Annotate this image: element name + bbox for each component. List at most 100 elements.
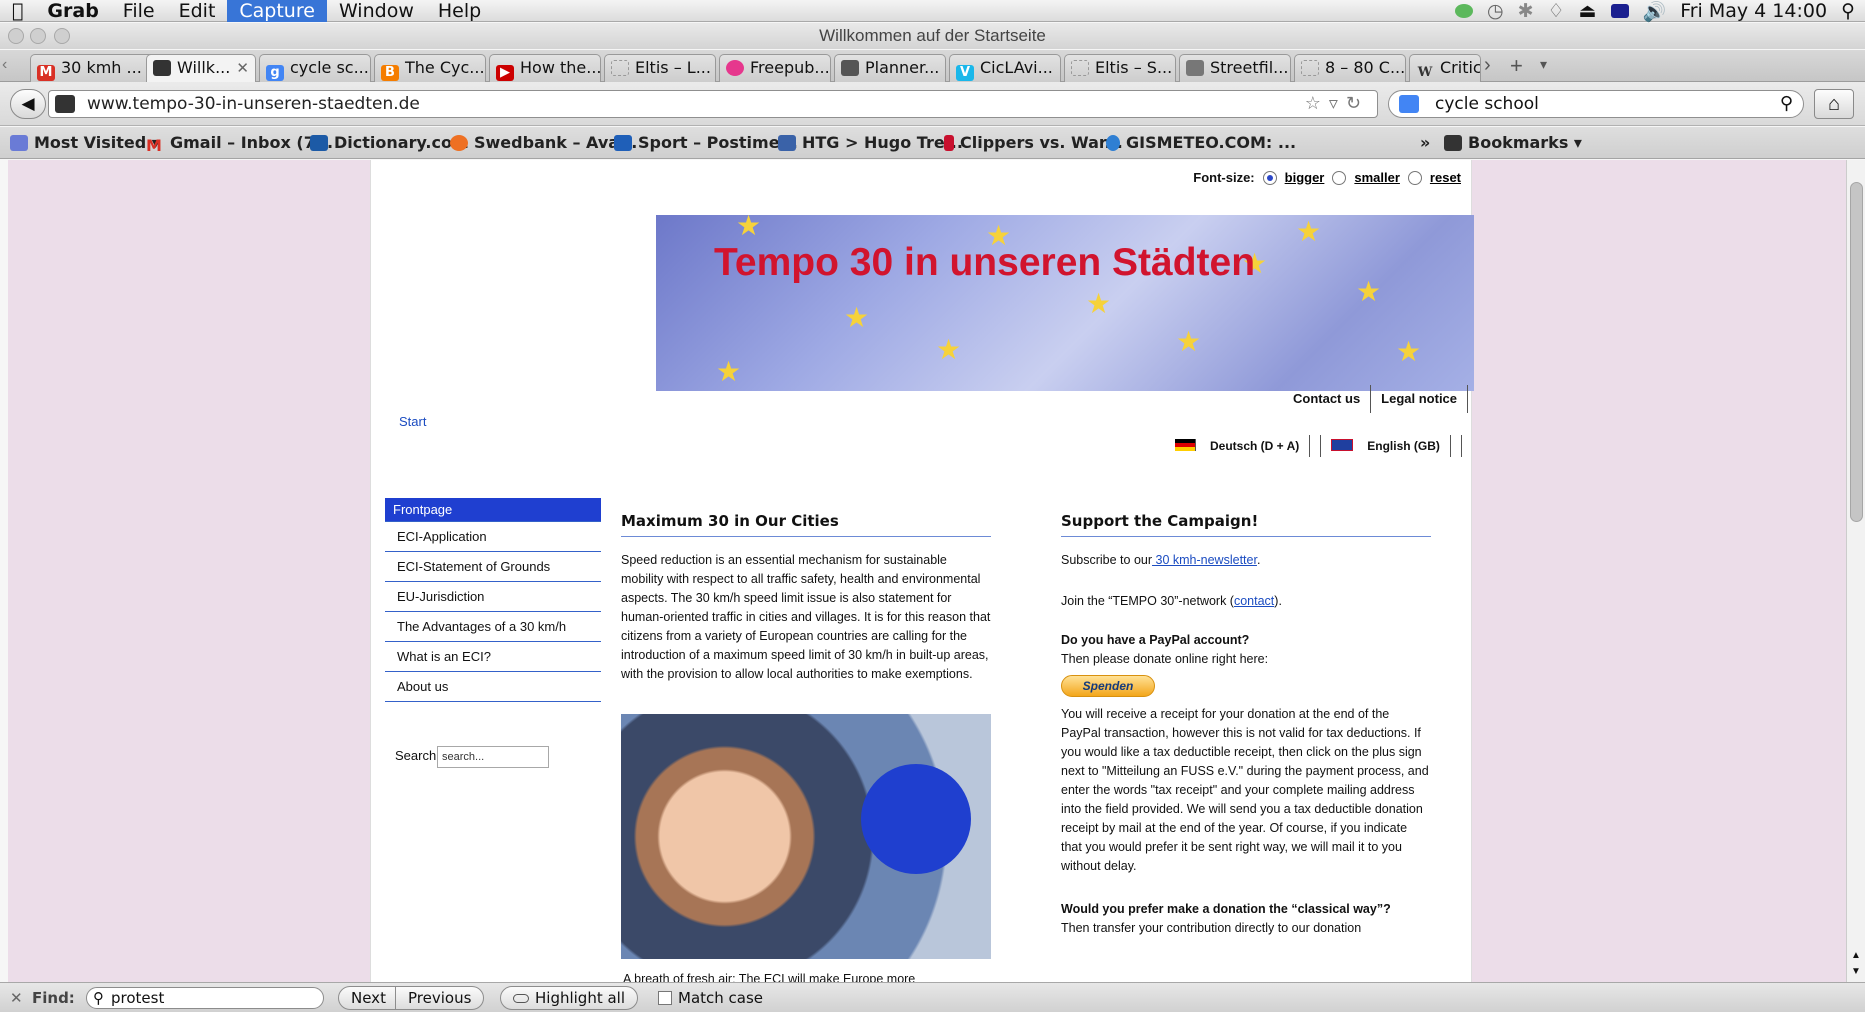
close-find-bar-icon[interactable]: ✕ (10, 989, 23, 1007)
menu-what-is-eci[interactable]: What is an ECI? (385, 642, 601, 672)
new-tab-icon[interactable]: + (1510, 53, 1523, 79)
bigger-radio[interactable] (1262, 170, 1277, 185)
highlight-all-button[interactable]: Highlight all (500, 986, 639, 1010)
tab-scroll-right-icon[interactable]: › (1484, 54, 1491, 77)
eu-star-icon: ★ (716, 356, 742, 387)
home-icon: ⌂ (1827, 93, 1841, 115)
navigation-toolbar: ◀ www.tempo-30-in-unseren-staedten.de ☆▿… (0, 82, 1865, 126)
search-bar[interactable]: cycle school ⚲ (1388, 90, 1804, 118)
breadcrumb[interactable]: Start (399, 414, 426, 429)
app-menu-grab[interactable]: Grab (35, 0, 110, 22)
bookmark-star-icon[interactable]: ☆ (1305, 93, 1329, 114)
smaller-radio[interactable] (1332, 170, 1347, 185)
scroll-down-icon[interactable]: ▼ (1851, 966, 1861, 977)
bookmarks-overflow-icon[interactable]: » (1420, 133, 1430, 152)
bookmark-swedbank[interactable]: Swedbank – Ava... (450, 133, 637, 152)
tab-2[interactable]: g cycle sc... (259, 54, 371, 82)
bookmark-postimees[interactable]: Sport – Postime... (614, 133, 798, 152)
reset-radio[interactable] (1407, 170, 1422, 185)
main-column: Maximum 30 in Our Cities Speed reduction… (621, 512, 991, 684)
menu-advantages[interactable]: The Advantages of a 30 km/h (385, 612, 601, 642)
tab-1[interactable]: Willk... ✕ (146, 54, 256, 82)
bookmarks-menu[interactable]: Bookmarks ▾ (1444, 133, 1582, 152)
tab-0[interactable]: M 30 kmh ... (30, 54, 164, 82)
clock[interactable]: Fri May 4 14:00 (1680, 0, 1827, 22)
reload-icon[interactable]: ↻ (1346, 93, 1369, 114)
tab-list-icon[interactable]: ▾ (1540, 56, 1547, 73)
bookmark-dictionary[interactable]: Dictionary.com (310, 133, 469, 152)
tab-bar: ‹ M 30 kmh ... Willk... ✕ g cycle sc... B Th… (0, 50, 1865, 82)
zoom-window-icon[interactable] (54, 28, 70, 44)
scroll-up-icon[interactable]: ▲ (1851, 950, 1861, 961)
close-window-icon[interactable] (8, 28, 24, 44)
menu-window[interactable]: Window (327, 0, 426, 22)
find-next-button[interactable]: Next (338, 986, 399, 1010)
vertical-scrollbar[interactable]: ▲ ▼ (1846, 160, 1865, 982)
font-bigger-link[interactable]: bigger (1285, 170, 1325, 185)
bookmark-htg[interactable]: HTG > Hugo Tre... (778, 133, 963, 152)
mac-menubar:  Grab File Edit Capture Window Help ◷ ✱… (0, 0, 1865, 23)
status-tray-icon[interactable] (1455, 4, 1473, 18)
find-input[interactable]: ⚲ protest (86, 987, 324, 1009)
url-bar[interactable]: www.tempo-30-in-unseren-staedten.de ☆▿↻ (48, 90, 1378, 118)
apple-menu-icon[interactable]:  (0, 0, 35, 22)
wikipedia-icon: W (1417, 65, 1433, 80)
newsletter-link[interactable]: 30 kmh-newsletter (1152, 553, 1257, 567)
classical-subtext: Then transfer your contribution directly… (1061, 921, 1362, 935)
back-button[interactable]: ◀ (10, 89, 46, 119)
home-button[interactable]: ⌂ (1814, 89, 1854, 119)
time-machine-icon[interactable]: ◷ (1487, 0, 1504, 22)
google-engine-icon[interactable] (1399, 95, 1419, 113)
bookmark-clippers[interactable]: Clippers vs. War... (944, 133, 1123, 152)
tab-11[interactable]: 8 – 80 C... (1294, 54, 1406, 82)
gismeteo-icon (1106, 135, 1120, 151)
menu-help[interactable]: Help (426, 0, 493, 22)
match-case-checkbox[interactable]: Match case (658, 989, 763, 1007)
menu-edit[interactable]: Edit (167, 0, 228, 22)
eject-icon[interactable]: ⏏ (1579, 0, 1597, 22)
volume-icon[interactable]: 🔊 (1643, 0, 1667, 23)
menu-frontpage[interactable]: Frontpage (385, 498, 601, 522)
tab-12[interactable]: W Critic (1409, 54, 1481, 82)
lang-de-link[interactable]: Deutsch (D + A) (1165, 435, 1322, 457)
site-search-input[interactable]: search... (437, 746, 549, 768)
history-dropdown-icon[interactable]: ▿ (1329, 93, 1346, 114)
paypal-donate-button[interactable]: Spenden (1061, 675, 1155, 697)
classical-question: Would you prefer make a donation the “cl… (1061, 902, 1391, 916)
legal-notice-link[interactable]: Legal notice (1371, 385, 1469, 413)
tab-3[interactable]: B The Cyc... (374, 54, 486, 82)
page-icon (611, 60, 629, 76)
tab-9[interactable]: Eltis – S... (1064, 54, 1176, 82)
input-source-icon[interactable] (1610, 4, 1629, 18)
join-contact-link[interactable]: contact (1234, 594, 1274, 608)
search-icon[interactable]: ⚲ (1780, 91, 1793, 117)
paypal-subtext: Then please donate online right here: (1061, 652, 1269, 666)
bookmark-gismeteo[interactable]: GISMETEO.COM: ... (1106, 133, 1296, 152)
find-previous-button[interactable]: Previous (395, 986, 485, 1010)
menu-eu-jurisdiction[interactable]: EU-Jurisdiction (385, 582, 601, 612)
menu-capture[interactable]: Capture (227, 0, 327, 22)
menu-file[interactable]: File (111, 0, 167, 22)
tab-5[interactable]: Eltis – L... (604, 54, 716, 82)
menu-about-us[interactable]: About us (385, 672, 601, 702)
close-tab-icon[interactable]: ✕ (236, 55, 249, 81)
bluetooth-icon[interactable]: ✱ (1518, 0, 1534, 22)
bookmark-gmail[interactable]: M Gmail – Inbox (7... (146, 133, 333, 155)
tab-7[interactable]: Planner... (834, 54, 946, 82)
minimize-window-icon[interactable] (30, 28, 46, 44)
contact-link[interactable]: Contact us (1283, 385, 1372, 413)
font-reset-link[interactable]: reset (1430, 170, 1461, 185)
tab-4[interactable]: ▶ How the... (489, 54, 601, 82)
tab-10[interactable]: Streetfil... (1179, 54, 1291, 82)
scrollbar-thumb[interactable] (1850, 182, 1863, 522)
spotlight-icon[interactable]: ⚲ (1841, 0, 1855, 22)
menu-eci-statement[interactable]: ECI-Statement of Grounds (385, 552, 601, 582)
tab-scroll-left-icon[interactable]: ‹ (2, 56, 7, 74)
bookmark-most-visited[interactable]: Most Visited ▾ (10, 133, 160, 152)
tab-6[interactable]: Freepub... (719, 54, 831, 82)
menu-eci-application[interactable]: ECI-Application (385, 522, 601, 552)
wifi-icon[interactable]: ♢ (1548, 0, 1565, 22)
tab-8[interactable]: V CicLAvi... (949, 54, 1061, 82)
lang-en-link[interactable]: English (GB) (1321, 435, 1462, 457)
font-smaller-link[interactable]: smaller (1354, 170, 1400, 185)
